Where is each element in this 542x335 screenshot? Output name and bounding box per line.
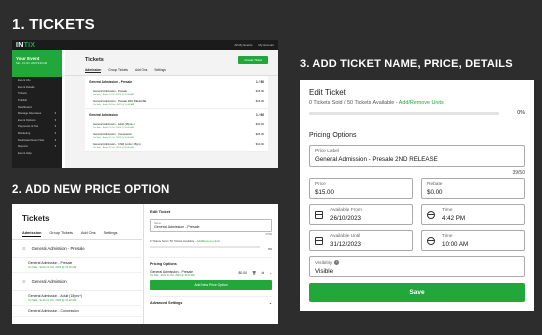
ticket-row[interactable]: General Admission - Child (under 18yrs) O… [85,141,268,151]
sold-status: 0 Tickets Sold / 50 Tickets Available - … [309,100,444,106]
ticket-list: Tickets Admission Group Tickets Add Ons … [12,204,142,324]
page-title: Tickets [85,57,104,63]
tab-group-tickets[interactable]: Group Tickets [108,68,128,73]
name-field[interactable]: Name General Admission - Presale [150,219,272,232]
tab-settings[interactable]: Settings [104,231,118,237]
sidebar-item-payments[interactable]: Payments & Tax ▾ [12,123,62,130]
time-from-field[interactable]: Time 4:42 PM [421,204,525,225]
ticket-row[interactable]: General Admission - Presale 2ND RELEASE O… [85,98,268,108]
price-label-field[interactable]: Price Label General Admission - Presale … [309,145,525,167]
price-field[interactable]: Price $15.00 [309,178,413,199]
tickets-title: Tickets [22,214,50,223]
info-icon[interactable]: i [333,260,339,265]
ticket-group[interactable]: General Admission - Presale 1 / 50 Genera… [85,76,268,109]
add-price-option-screenshot: Tickets Admission Group Tickets Add Ons … [12,204,278,324]
event-name: Your Event [16,56,40,61]
calendar-icon[interactable] [315,211,323,219]
event-card: Your Event Sat., 21 Oct, 2023 9:00 AM [12,50,62,77]
char-count: 27/50 [265,233,273,236]
create-ticket-button[interactable]: Create Ticket [238,56,268,64]
drag-handle-icon[interactable]: ☰ [22,279,26,284]
tab-admission[interactable]: Admission [22,231,42,237]
sidebar: Your Event Sat., 21 Oct, 2023 9:00 AM Ev… [12,50,62,168]
sidebar-item-event-options[interactable]: Event Options ▾ [12,117,62,124]
tab-group-tickets[interactable]: Group Tickets [49,231,72,237]
step-3-heading: 3. ADD TICKET NAME, PRICE, DETAILS [300,58,513,70]
tab-settings[interactable]: Settings [154,68,166,73]
edit-ticket-form-screenshot: Edit Ticket 0 Tickets Sold / 50 Tickets … [300,80,534,311]
edit-ticket-title: Edit Ticket [309,88,346,97]
price-option-row[interactable]: General Admission - Presale On Sale · End… [150,270,272,277]
ticket-group[interactable]: ☰ General Admission - Presale [12,240,142,258]
ticket-tabs: Admission Group Tickets Add Ons Settings [65,66,278,76]
ticket-row[interactable]: General Admission - Presale On Sale · End… [12,258,142,273]
sidebar-item-event-details[interactable]: Event Details [12,84,62,91]
sidebar-item-event-help[interactable]: Event Help [12,150,62,157]
pricing-options-heading: Pricing Options [309,132,357,139]
top-bar: INTIX All My Events My Account [12,40,278,50]
sidebar-item-reports[interactable]: Reports ▾ [12,143,62,150]
tab-add-ons[interactable]: Add Ons [135,68,147,73]
hide-icon[interactable]: ⊘ [261,271,264,275]
ticket-group[interactable]: ☰ General Admission [12,273,142,291]
available-from-field[interactable]: Available From 26/10/2023 [309,204,413,225]
sidebar-item-marketing[interactable]: Marketing ▾ [12,130,62,137]
sold-percent: 0% [267,246,272,251]
char-count: 39/50 [512,170,525,176]
drag-handle-icon[interactable]: ☰ [22,246,26,251]
ticket-row[interactable]: General Admission - Concession [12,306,142,317]
ticket-row[interactable]: General Admission - Concession On Sale · … [85,131,268,141]
add-remove-units-link[interactable]: Add/Remove Units [399,100,444,106]
ticket-row[interactable]: General Admission - Adult (18yrs+) On Sal… [12,291,142,306]
calendar-icon[interactable] [315,237,323,245]
sold-progress-bar [309,111,499,115]
sidebar-item-dashboard[interactable]: Dashboard [12,103,62,110]
sidebar-item-manage-attendees[interactable]: Manage Attendees ▾ [12,110,62,117]
chevron-down-icon: ⌄ [268,300,272,305]
my-account-link[interactable]: My Account [258,43,274,47]
edit-ticket-title: Edit Ticket [150,209,171,214]
chevron-down-icon[interactable]: ⌄ [269,271,272,275]
add-remove-units-link[interactable]: Add/Remove Units [197,239,220,243]
main-content: Tickets Create Ticket Admission Group Ti… [65,50,278,168]
edit-ticket-panel: Edit Ticket Name General Admission - Pres… [143,204,278,324]
pricing-options-heading: Pricing Options [150,256,272,266]
advanced-settings-toggle[interactable]: Advanced Settings ⌄ [150,295,272,305]
sidebar-item-event-info[interactable]: Event Info [12,77,62,84]
sidebar-item-publish[interactable]: Publish [12,97,62,104]
clock-icon[interactable] [427,237,435,245]
step-2-heading: 2. ADD NEW PRICE OPTION [12,184,170,196]
tab-add-ons[interactable]: Add Ons [81,231,96,237]
sidebar-item-dedicated-site[interactable]: Dedicated Event Site ▾ [12,136,62,143]
ticket-row[interactable]: General Admission - Presale On Sale · End… [85,88,268,98]
time-until-field[interactable]: Time 10:00 AM [421,230,525,251]
sold-status: 0 Tickets Sold / 50 Tickets Available - … [150,239,220,243]
ticket-tabs: Admission Group Tickets Add Ons Settings [12,227,142,240]
add-new-price-option-button[interactable]: Add New Price Option [150,279,272,290]
visibility-select[interactable]: Visibility i Visible [309,256,525,277]
sidebar-item-tickets[interactable]: Tickets [12,90,62,97]
ticket-row[interactable]: General Admission - Adult (18yrs+) On Sal… [85,121,268,131]
intix-logo: INTIX [16,41,36,49]
save-button[interactable]: Save [309,283,525,302]
clock-icon[interactable] [427,211,435,219]
all-events-link[interactable]: All My Events [234,43,252,47]
tickets-dashboard-screenshot: INTIX All My Events My Account Your Even… [12,40,278,168]
rebate-field[interactable]: Rebate $0.00 [421,178,525,199]
event-date: Sat., 21 Oct, 2023 9:00 AM [16,62,48,65]
sold-percent: 0% [517,110,525,116]
delete-icon[interactable]: 🗑 [252,271,256,275]
available-until-field[interactable]: Available Until 31/12/2023 [309,230,413,251]
tab-admission[interactable]: Admission [85,68,102,73]
step-1-heading: 1. TICKETS [12,16,95,33]
ticket-group[interactable]: General Admission 1 / 60 General Admissio… [85,109,268,152]
